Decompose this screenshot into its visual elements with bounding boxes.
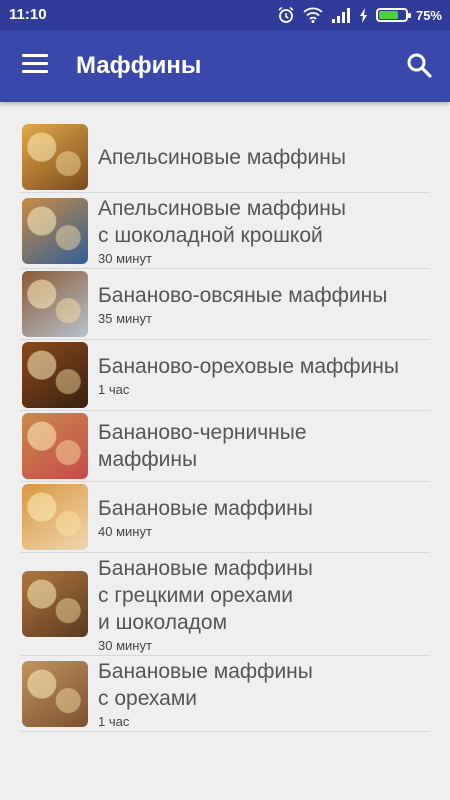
list-item[interactable]: Апельсиновые маффины с шоколадной крошко…	[20, 193, 430, 269]
recipe-thumbnail	[22, 413, 88, 479]
recipe-thumbnail	[22, 342, 88, 408]
recipe-title: Банановые маффины с орехами	[98, 660, 313, 710]
recipe-time: 1 час	[98, 382, 130, 397]
recipe-thumbnail	[22, 484, 88, 550]
recipe-time: 35 минут	[98, 311, 152, 326]
wifi-icon	[303, 7, 323, 23]
recipe-thumbnail	[22, 271, 88, 337]
list-item[interactable]: Бананово-черничные маффины	[20, 411, 430, 482]
recipe-thumbnail	[22, 660, 88, 727]
recipe-title: Апельсиновые маффины	[98, 145, 346, 169]
recipe-title: Бананово-ореховые маффины	[98, 355, 399, 378]
status-icons: 75%	[277, 6, 442, 24]
recipe-text: Апельсиновые маффины с шоколадной крошко…	[98, 195, 346, 266]
alarm-icon	[277, 6, 295, 24]
recipe-text: Банановые маффины 40 минут	[98, 495, 313, 539]
recipe-title: Банановые маффины с грецкими орехами и ш…	[98, 557, 313, 634]
recipe-list: Апельсиновые маффины Апельсиновые маффины…	[20, 122, 430, 738]
recipe-time: 40 минут	[98, 524, 152, 539]
recipe-time: 1 час	[98, 714, 130, 729]
list-item[interactable]: Бананово-ореховые маффины 1 час	[20, 340, 430, 411]
recipe-thumbnail	[22, 197, 88, 264]
status-time: 11:10	[9, 6, 47, 23]
list-item[interactable]: Банановые маффины с грецкими орехами и ш…	[20, 553, 430, 656]
recipe-thumbnail	[22, 571, 88, 637]
page-title: Маффины	[76, 52, 202, 79]
recipe-text: Бананово-ореховые маффины 1 час	[98, 353, 399, 397]
battery-icon	[375, 8, 411, 22]
recipe-title: Бананово-овсяные маффины	[98, 284, 388, 307]
recipe-title: Банановые маффины	[98, 497, 313, 520]
list-item[interactable]: Апельсиновые маффины	[20, 122, 430, 193]
app-bar: Маффины	[0, 30, 450, 102]
recipe-thumbnail	[22, 124, 88, 190]
list-item[interactable]: Банановые маффины с орехами 1 час	[20, 656, 430, 732]
search-icon[interactable]	[406, 52, 432, 78]
recipe-text: Бананово-черничные маффины	[98, 419, 307, 473]
battery-fill	[378, 11, 399, 19]
charging-icon	[359, 7, 368, 23]
list-item[interactable]: Банановые маффины 40 минут	[20, 482, 430, 553]
recipe-title: Апельсиновые маффины с шоколадной крошко…	[98, 197, 346, 247]
recipe-title: Бананово-черничные маффины	[98, 421, 307, 471]
list-item[interactable]: Бананово-овсяные маффины 35 минут	[20, 269, 430, 340]
battery-percent: 75%	[415, 7, 442, 23]
recipe-text: Банановые маффины с грецкими орехами и ш…	[98, 555, 313, 653]
recipe-text: Апельсиновые маффины	[98, 144, 346, 171]
menu-icon[interactable]	[22, 54, 48, 76]
recipe-time: 30 минут	[98, 251, 152, 266]
status-bar: 11:10 75%	[0, 0, 450, 30]
recipe-text: Бананово-овсяные маффины 35 минут	[98, 282, 387, 326]
signal-icon	[331, 7, 351, 23]
recipe-time: 30 минут	[98, 638, 152, 653]
recipe-text: Банановые маффины с орехами 1 час	[98, 658, 313, 729]
